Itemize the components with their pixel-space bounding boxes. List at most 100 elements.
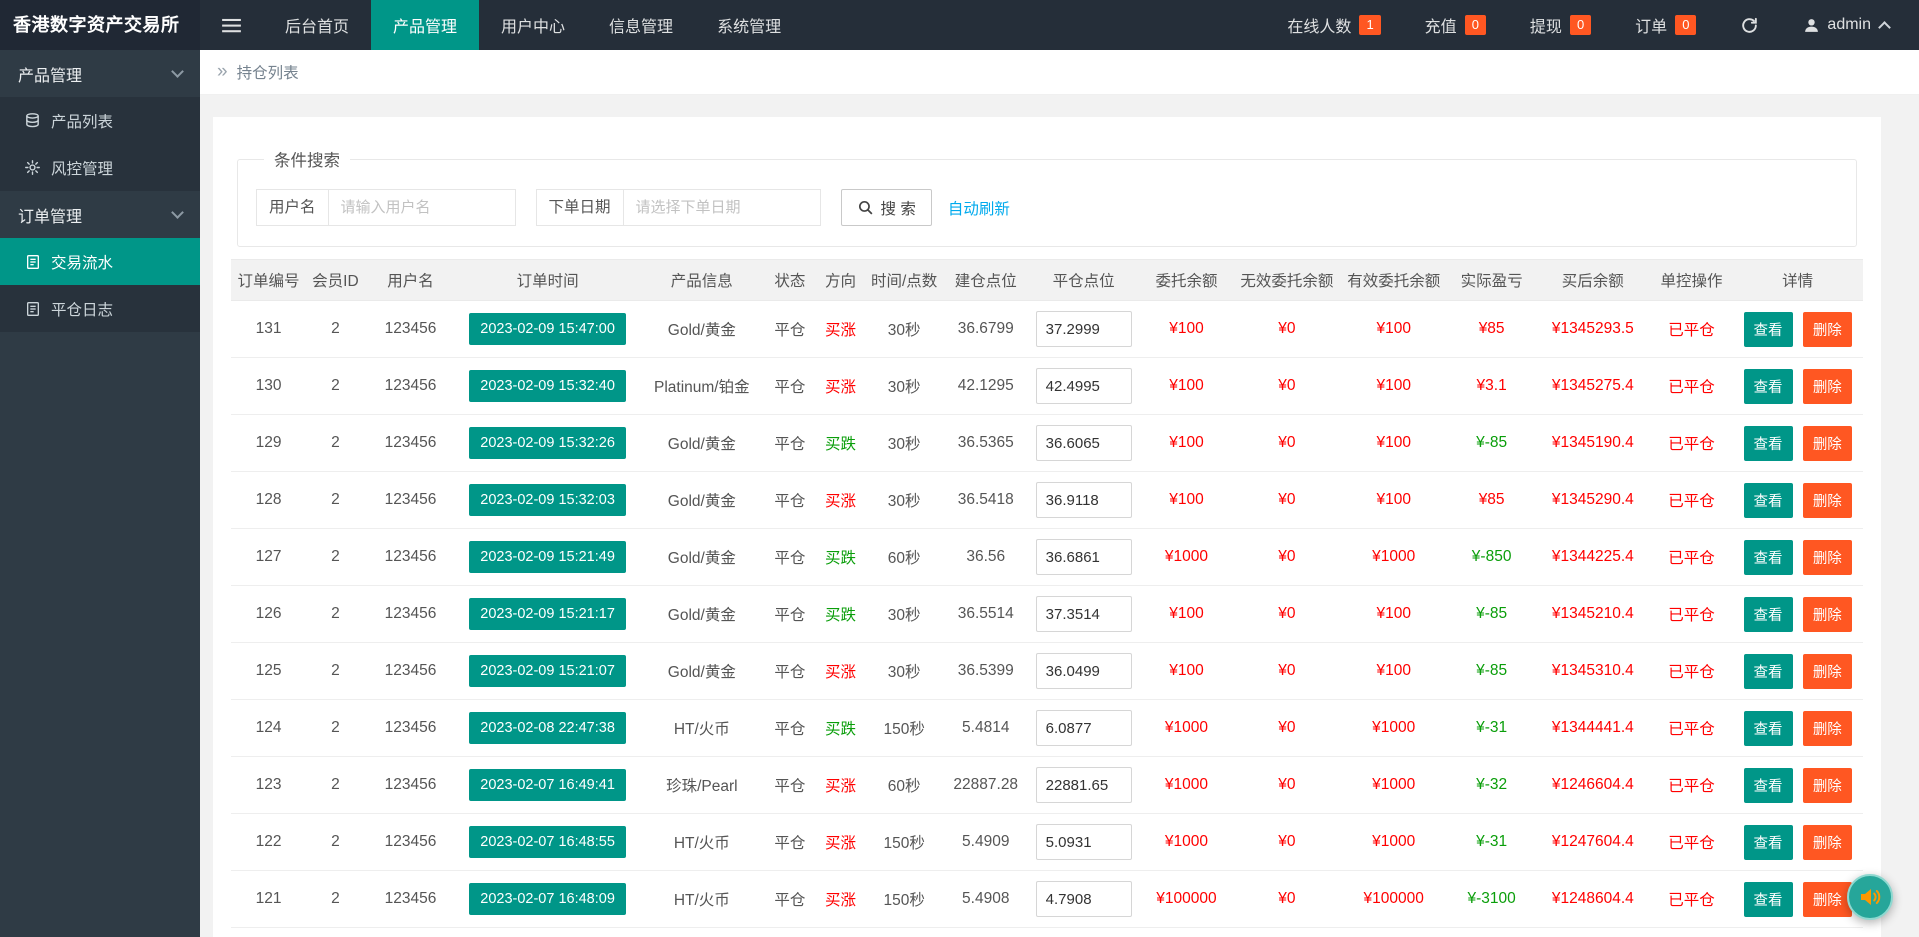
table-row: 131 2 123456 2023-02-09 15:47:00 Gold/黄金… (231, 300, 1863, 358)
order-id-cell: 130 (231, 357, 307, 415)
close-price-input[interactable] (1035, 881, 1132, 917)
order-time-button[interactable]: 2023-02-09 15:32:40 (469, 370, 626, 402)
delete-button[interactable]: 删除 (1802, 368, 1852, 404)
entrust-balance-cell: ¥1000 (1138, 756, 1235, 814)
order-time-button[interactable]: 2023-02-07 16:49:41 (469, 769, 626, 801)
actions-cell: 查看 删除 (1732, 699, 1863, 757)
nav-item-system-management[interactable]: 系统管理 (695, 0, 803, 50)
close-price-input[interactable] (1035, 482, 1132, 518)
close-price-input[interactable] (1035, 767, 1132, 803)
nav-item-user-center[interactable]: 用户中心 (479, 0, 587, 50)
view-button[interactable]: 查看 (1743, 881, 1793, 917)
order-time-button[interactable]: 2023-02-09 15:32:26 (469, 427, 626, 459)
delete-button[interactable]: 删除 (1802, 482, 1852, 518)
delete-button[interactable]: 删除 (1802, 311, 1852, 347)
view-button[interactable]: 查看 (1743, 710, 1793, 746)
search-button[interactable]: 搜 索 (840, 189, 932, 226)
col-header-member-id: 会员ID (306, 259, 365, 301)
order-time-button[interactable]: 2023-02-08 22:47:38 (469, 712, 626, 744)
nav-recharge[interactable]: 充值 0 (1403, 0, 1508, 50)
sidebar-item-risk-control[interactable]: 风控管理 (0, 144, 200, 191)
period-cell: 60秒 (865, 528, 943, 586)
view-button[interactable]: 查看 (1743, 653, 1793, 689)
member-id-cell: 2 (306, 813, 365, 871)
close-price-input[interactable] (1035, 539, 1132, 575)
open-price-cell: 5.4908 (942, 870, 1029, 928)
open-price-cell: 5.4814 (942, 699, 1029, 757)
control-status-cell: 已平仓 (1650, 300, 1733, 358)
invalid-entrust-cell: ¥0 (1234, 414, 1340, 472)
auto-refresh-link[interactable]: 自动刷新 (948, 197, 1010, 219)
delete-button[interactable]: 删除 (1802, 824, 1852, 860)
order-time-button[interactable]: 2023-02-09 15:21:17 (469, 598, 626, 630)
online-users-badge: 1 (1359, 15, 1381, 35)
order-time-button[interactable]: 2023-02-07 16:48:55 (469, 826, 626, 858)
sidebar-group-order-title[interactable]: 订单管理 (0, 191, 200, 238)
sidebar-toggle-button[interactable] (200, 0, 263, 50)
invalid-entrust-cell: ¥0 (1234, 642, 1340, 700)
order-date-input[interactable] (622, 189, 821, 226)
direction-cell: 买涨 (815, 300, 866, 358)
order-time-button[interactable]: 2023-02-09 15:47:00 (469, 313, 626, 345)
sidebar-group-product-title[interactable]: 产品管理 (0, 50, 200, 97)
close-price-input[interactable] (1035, 653, 1132, 689)
delete-button[interactable]: 删除 (1802, 539, 1852, 575)
member-id-cell: 2 (306, 870, 365, 928)
close-price-input[interactable] (1035, 824, 1132, 860)
delete-button[interactable]: 删除 (1802, 767, 1852, 803)
product-cell: Gold/黄金 (638, 300, 765, 358)
nav-item-product-management[interactable]: 产品管理 (371, 0, 480, 50)
order-id-cell: 131 (231, 300, 307, 358)
delete-button[interactable]: 删除 (1802, 710, 1852, 746)
order-time-button[interactable]: 2023-02-09 15:21:07 (469, 655, 626, 687)
close-price-input[interactable] (1035, 596, 1132, 632)
open-price-cell: 36.6799 (942, 300, 1029, 358)
period-cell: 150秒 (865, 699, 943, 757)
nav-withdraw[interactable]: 提现 0 (1508, 0, 1613, 50)
table-row: 129 2 123456 2023-02-09 15:32:26 Gold/黄金… (231, 414, 1863, 472)
user-menu[interactable]: admin (1781, 0, 1911, 50)
order-time-button[interactable]: 2023-02-07 16:48:09 (469, 883, 626, 915)
period-cell: 30秒 (865, 414, 943, 472)
nav-online-users[interactable]: 在线人数 1 (1265, 0, 1402, 50)
coin-stack-icon (24, 112, 41, 129)
nav-orders[interactable]: 订单 0 (1613, 0, 1718, 50)
close-price-input[interactable] (1035, 425, 1132, 461)
username-input[interactable] (327, 189, 516, 226)
after-balance-cell: ¥1246604.4 (1534, 756, 1651, 814)
view-button[interactable]: 查看 (1743, 311, 1793, 347)
sidebar-item-product-list[interactable]: 产品列表 (0, 97, 200, 144)
product-cell: Gold/黄金 (638, 585, 765, 643)
delete-button[interactable]: 删除 (1802, 653, 1852, 689)
col-header-valid-entrust: 有效委托余额 (1339, 259, 1449, 301)
direction-cell: 买跌 (815, 927, 866, 937)
product-cell: Gold/黄金 (638, 642, 765, 700)
sidebar-item-close-log[interactable]: 平仓日志 (0, 285, 200, 332)
view-button[interactable]: 查看 (1743, 596, 1793, 632)
view-button[interactable]: 查看 (1743, 824, 1793, 860)
close-price-input[interactable] (1035, 710, 1132, 746)
view-button[interactable]: 查看 (1743, 368, 1793, 404)
delete-button[interactable]: 删除 (1802, 596, 1852, 632)
close-price-input[interactable] (1035, 368, 1132, 404)
order-time-button[interactable]: 2023-02-09 15:21:49 (469, 541, 626, 573)
member-id-cell: 2 (306, 642, 365, 700)
open-price-cell: 36.5418 (942, 471, 1029, 529)
sound-toggle-button[interactable] (1847, 874, 1893, 920)
view-button[interactable]: 查看 (1743, 482, 1793, 518)
close-price-input[interactable] (1035, 311, 1132, 347)
view-button[interactable]: 查看 (1743, 425, 1793, 461)
view-button[interactable]: 查看 (1743, 539, 1793, 575)
delete-button[interactable]: 删除 (1802, 881, 1852, 917)
entrust-balance-cell: ¥100 (1138, 642, 1235, 700)
refresh-button[interactable] (1718, 0, 1781, 50)
nav-item-info-management[interactable]: 信息管理 (587, 0, 695, 50)
delete-button[interactable]: 删除 (1802, 425, 1852, 461)
nav-item-home[interactable]: 后台首页 (263, 0, 371, 50)
valid-entrust-cell: ¥100000 (1339, 870, 1449, 928)
order-time-button[interactable]: 2023-02-09 15:32:03 (469, 484, 626, 516)
order-id-cell: 129 (231, 414, 307, 472)
sidebar-item-trade-flow[interactable]: 交易流水 (0, 238, 200, 285)
view-button[interactable]: 查看 (1743, 767, 1793, 803)
col-header-order-id: 订单编号 (231, 259, 307, 301)
